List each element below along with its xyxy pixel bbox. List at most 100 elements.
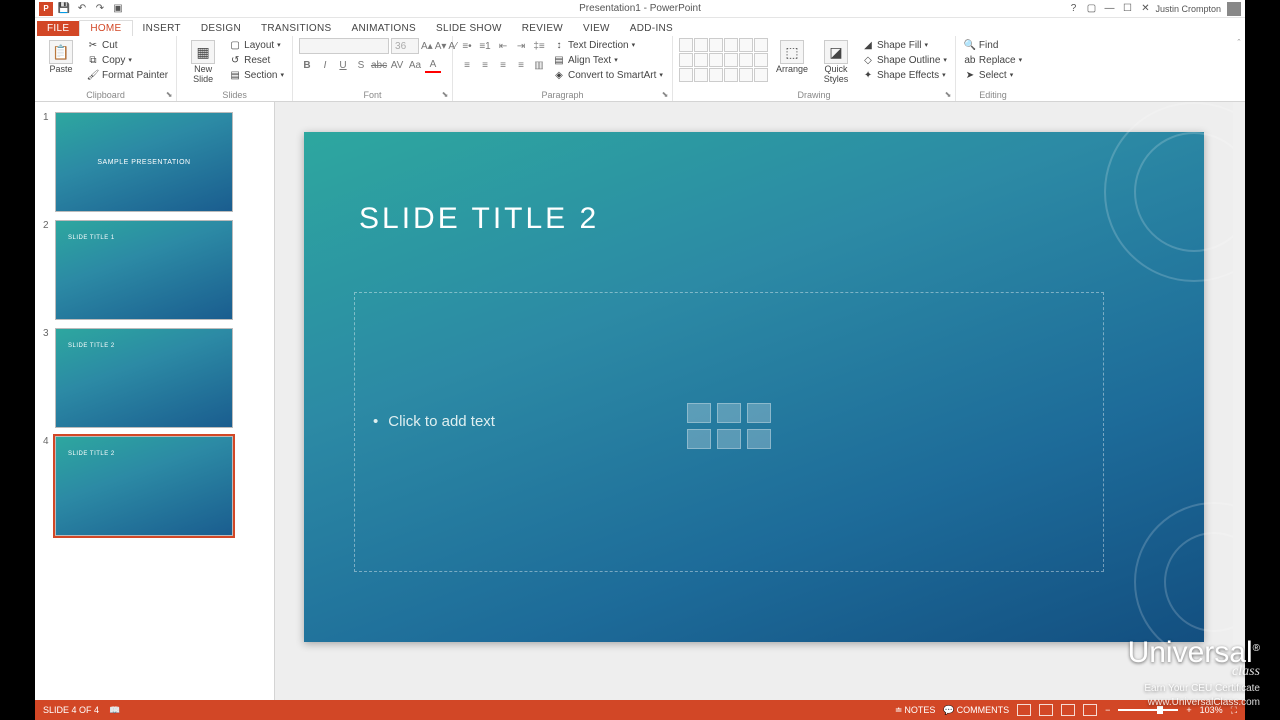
slideshow-view-icon[interactable] <box>1083 704 1097 716</box>
close-icon[interactable]: ✕ <box>1137 2 1153 16</box>
collapse-ribbon-icon[interactable]: ˆ <box>1233 36 1245 101</box>
shadow-button[interactable]: S <box>353 57 369 73</box>
shapes-gallery[interactable] <box>679 38 768 82</box>
dialog-launcher-icon[interactable]: ⬊ <box>660 90 670 100</box>
convert-smartart-button[interactable]: ◈Convert to SmartArt▾ <box>551 68 665 82</box>
change-case-button[interactable]: Aa <box>407 57 423 73</box>
thumbnail-item[interactable]: 2 SLIDE TITLE 1 <box>35 216 274 324</box>
paste-button[interactable]: 📋 Paste <box>41 38 81 75</box>
slide-thumbnails-panel[interactable]: 1 SAMPLE PRESENTATION 2 SLIDE TITLE 1 3 … <box>35 102 275 700</box>
slide-canvas[interactable]: SLIDE TITLE 2 Click to add text <box>304 132 1204 642</box>
section-button[interactable]: ▤Section▾ <box>227 68 286 82</box>
arrange-button[interactable]: ⬚ Arrange <box>772 38 812 75</box>
insert-online-picture-icon[interactable] <box>717 429 741 449</box>
select-button[interactable]: ➤Select▾ <box>962 68 1024 82</box>
dialog-launcher-icon[interactable]: ⬊ <box>164 90 174 100</box>
font-name-input[interactable] <box>299 38 389 54</box>
zoom-out-icon[interactable]: − <box>1105 705 1110 715</box>
italic-button[interactable]: I <box>317 57 333 73</box>
decrease-indent-button[interactable]: ⇤ <box>495 38 511 54</box>
help-icon[interactable]: ? <box>1065 2 1081 16</box>
tab-insert[interactable]: INSERT <box>133 21 191 36</box>
group-label: Drawing <box>679 90 949 101</box>
tab-slideshow[interactable]: SLIDE SHOW <box>426 21 512 36</box>
user-name[interactable]: Justin Crompton <box>1155 4 1221 14</box>
strike-button[interactable]: abc <box>371 57 387 73</box>
bold-button[interactable]: B <box>299 57 315 73</box>
format-painter-button[interactable]: 🖌Format Painter <box>85 68 170 82</box>
insert-smartart-icon[interactable] <box>747 403 771 423</box>
reset-button[interactable]: ↺Reset <box>227 53 286 67</box>
thumbnail-item[interactable]: 3 SLIDE TITLE 2 <box>35 324 274 432</box>
copy-button[interactable]: ⧉Copy▾ <box>85 53 170 67</box>
tab-home[interactable]: HOME <box>79 20 132 36</box>
align-left-button[interactable]: ≡ <box>459 57 475 73</box>
maximize-icon[interactable]: ☐ <box>1119 2 1135 16</box>
save-icon[interactable]: 💾 <box>57 2 71 16</box>
cut-button[interactable]: ✂Cut <box>85 38 170 52</box>
undo-icon[interactable]: ↶ <box>75 2 89 16</box>
font-color-button[interactable]: A <box>425 57 441 73</box>
tab-animations[interactable]: ANIMATIONS <box>342 21 426 36</box>
thumbnail-item[interactable]: 1 SAMPLE PRESENTATION <box>35 108 274 216</box>
normal-view-icon[interactable] <box>1017 704 1031 716</box>
justify-button[interactable]: ≡ <box>513 57 529 73</box>
dialog-launcher-icon[interactable]: ⬊ <box>440 90 450 100</box>
tab-design[interactable]: DESIGN <box>191 21 251 36</box>
shape-outline-button[interactable]: ◇Shape Outline▾ <box>860 53 949 67</box>
insert-table-icon[interactable] <box>687 403 711 423</box>
sorter-view-icon[interactable] <box>1039 704 1053 716</box>
zoom-slider[interactable] <box>1118 709 1178 711</box>
find-button[interactable]: 🔍Find <box>962 38 1024 52</box>
slide-counter[interactable]: SLIDE 4 OF 4 <box>43 705 99 715</box>
thumbnail-item[interactable]: 4 SLIDE TITLE 2 <box>35 432 274 540</box>
align-center-button[interactable]: ≡ <box>477 57 493 73</box>
tab-view[interactable]: VIEW <box>573 21 620 36</box>
char-spacing-button[interactable]: AV <box>389 57 405 73</box>
vertical-scrollbar[interactable] <box>1233 102 1245 700</box>
text-direction-button[interactable]: ↕Text Direction▾ <box>551 38 665 52</box>
underline-button[interactable]: U <box>335 57 351 73</box>
notes-button[interactable]: ≐ NOTES <box>895 705 936 716</box>
comments-button[interactable]: 💬 COMMENTS <box>943 705 1009 716</box>
reading-view-icon[interactable] <box>1061 704 1075 716</box>
avatar[interactable] <box>1227 2 1241 16</box>
decrease-font-icon[interactable]: A▾ <box>435 38 447 54</box>
tab-file[interactable]: FILE <box>37 21 79 36</box>
insert-picture-icon[interactable] <box>687 429 711 449</box>
thumb-preview[interactable]: SLIDE TITLE 2 <box>55 328 233 428</box>
quick-styles-button[interactable]: ◪ Quick Styles <box>816 38 856 85</box>
start-from-beginning-icon[interactable]: ▣ <box>111 2 125 16</box>
redo-icon[interactable]: ↷ <box>93 2 107 16</box>
new-slide-button[interactable]: ▦ New Slide <box>183 38 223 85</box>
numbering-button[interactable]: ≡1 <box>477 38 493 54</box>
select-icon: ➤ <box>964 69 976 81</box>
shape-effects-button[interactable]: ✦Shape Effects▾ <box>860 68 949 82</box>
increase-font-icon[interactable]: A▴ <box>421 38 433 54</box>
ribbon-options-icon[interactable]: ▢ <box>1083 2 1099 16</box>
thumb-preview[interactable]: SLIDE TITLE 2 <box>55 436 233 536</box>
tab-review[interactable]: REVIEW <box>512 21 573 36</box>
thumb-preview[interactable]: SAMPLE PRESENTATION <box>55 112 233 212</box>
increase-indent-button[interactable]: ⇥ <box>513 38 529 54</box>
line-spacing-button[interactable]: ‡≡ <box>531 38 547 54</box>
replace-button[interactable]: abReplace▾ <box>962 53 1024 67</box>
dialog-launcher-icon[interactable]: ⬊ <box>943 90 953 100</box>
columns-button[interactable]: ▥ <box>531 57 547 73</box>
insert-chart-icon[interactable] <box>717 403 741 423</box>
slide-title-text[interactable]: SLIDE TITLE 2 <box>359 202 599 236</box>
tab-addins[interactable]: ADD-INS <box>620 21 683 36</box>
align-text-button[interactable]: ▤Align Text▾ <box>551 53 665 67</box>
font-size-input[interactable] <box>391 38 419 54</box>
thumb-preview[interactable]: SLIDE TITLE 1 <box>55 220 233 320</box>
spell-check-icon[interactable]: 📖 <box>109 705 120 716</box>
insert-video-icon[interactable] <box>747 429 771 449</box>
minimize-icon[interactable]: — <box>1101 2 1117 16</box>
bullets-button[interactable]: ≡• <box>459 38 475 54</box>
align-right-button[interactable]: ≡ <box>495 57 511 73</box>
layout-button[interactable]: ▢Layout▾ <box>227 38 286 52</box>
slide-editor[interactable]: SLIDE TITLE 2 Click to add text <box>275 102 1233 700</box>
shape-fill-button[interactable]: ◢Shape Fill▾ <box>860 38 949 52</box>
content-placeholder[interactable]: Click to add text <box>354 292 1104 572</box>
tab-transitions[interactable]: TRANSITIONS <box>251 21 342 36</box>
